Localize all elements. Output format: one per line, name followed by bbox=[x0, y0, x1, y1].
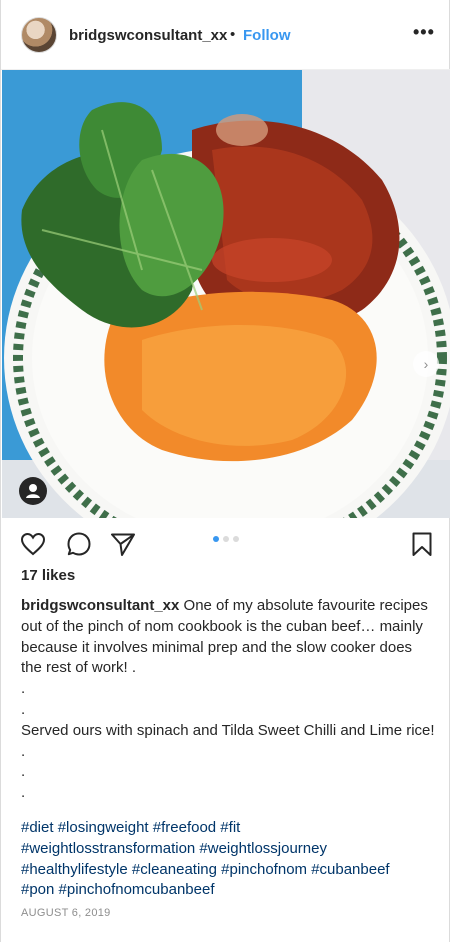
food-photo-image bbox=[2, 70, 450, 518]
hashtag-line[interactable]: #diet #losingweight #freefood #fit bbox=[21, 818, 436, 839]
carousel-dot bbox=[233, 536, 239, 542]
carousel-dot bbox=[223, 536, 229, 542]
post-username[interactable]: bridgswconsultant_xx bbox=[69, 27, 227, 44]
avatar[interactable] bbox=[21, 17, 57, 53]
post-date[interactable]: AUGUST 6, 2019 bbox=[21, 907, 111, 919]
user-tag-icon[interactable] bbox=[19, 477, 47, 505]
hashtags: #diet #losingweight #freefood #fit #weig… bbox=[21, 818, 436, 901]
header-separator: • bbox=[230, 26, 236, 43]
hashtag-line[interactable]: #healthylifestyle #cleaneating #pinchofn… bbox=[21, 860, 436, 881]
more-options-icon[interactable]: ••• bbox=[413, 22, 435, 43]
hashtag-line[interactable]: #pon #pinchofnomcubanbeef bbox=[21, 880, 436, 901]
post-caption: bridgswconsultant_xx One of my absolute … bbox=[21, 596, 436, 804]
post-card: bridgswconsultant_xx • Follow ••• › 17 l… bbox=[0, 0, 450, 942]
caption-dot: . bbox=[21, 680, 26, 698]
carousel-indicator bbox=[213, 536, 239, 542]
caption-first: bridgswconsultant_xx One of my absolute … bbox=[21, 596, 436, 679]
hashtag-line[interactable]: #weightlosstransformation #weightlossjou… bbox=[21, 839, 436, 860]
likes-count[interactable]: 17 likes bbox=[21, 567, 75, 584]
follow-button[interactable]: Follow bbox=[243, 27, 291, 44]
action-bar bbox=[1, 518, 450, 568]
comment-icon[interactable] bbox=[65, 530, 93, 558]
caption-username[interactable]: bridgswconsultant_xx bbox=[21, 597, 179, 614]
chevron-right-icon[interactable]: › bbox=[413, 351, 439, 377]
heart-icon[interactable] bbox=[19, 530, 47, 558]
post-header: bridgswconsultant_xx • Follow ••• bbox=[1, 0, 450, 70]
caption-dot: . bbox=[21, 700, 26, 718]
post-photo[interactable]: › bbox=[2, 70, 450, 518]
caption-dot: . bbox=[21, 763, 26, 781]
share-icon[interactable] bbox=[109, 530, 137, 558]
caption-second: Served ours with spinach and Tilda Sweet… bbox=[21, 721, 439, 760]
carousel-dot-active bbox=[213, 536, 219, 542]
caption-dot: . bbox=[21, 784, 26, 802]
bookmark-icon[interactable] bbox=[408, 530, 436, 558]
